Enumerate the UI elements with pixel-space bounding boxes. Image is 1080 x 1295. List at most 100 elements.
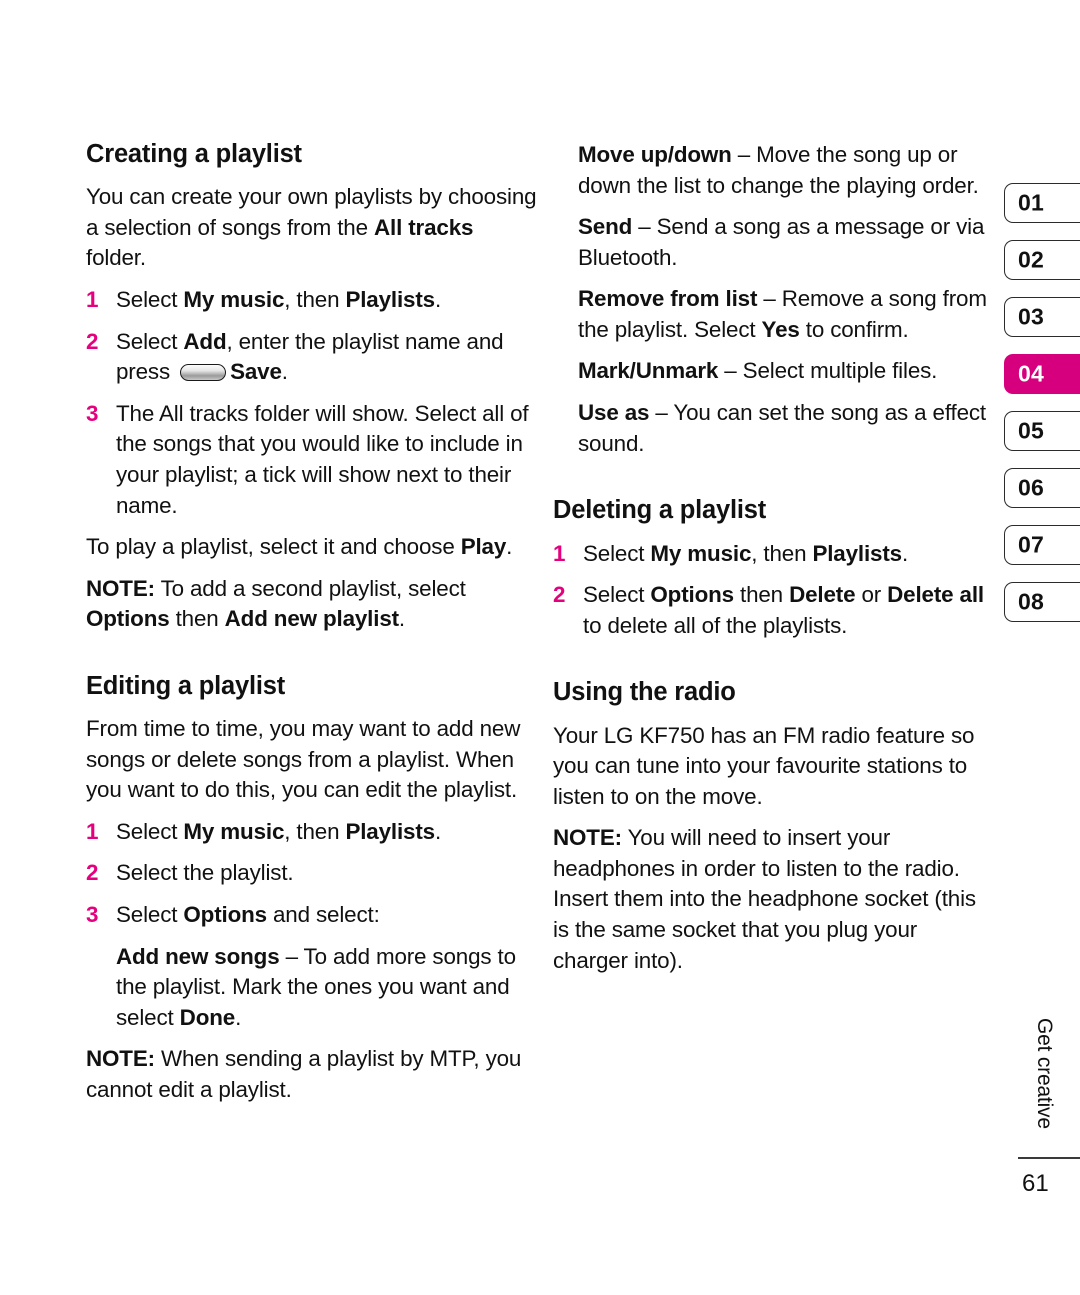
step-bold-delete-all: Delete all <box>887 582 984 608</box>
radio-intro-paragraph: Your LG KF750 has an FM radio feature so… <box>553 722 975 809</box>
step-number: 2 <box>553 582 566 608</box>
chapter-tab-label: 05 <box>1018 417 1044 444</box>
step-text-a: Select <box>583 582 651 608</box>
chapter-tab-label: 06 <box>1018 474 1044 501</box>
right-column: Move up/down – Move the song up or down … <box>553 140 993 976</box>
chapter-tab-label: 02 <box>1018 246 1044 273</box>
step-number: 1 <box>86 287 99 313</box>
step-bold-add: Add <box>183 328 227 354</box>
chapter-tab-01[interactable]: 01 <box>1004 183 1080 223</box>
note-text-a: To add a second playlist, select <box>154 575 466 601</box>
option-desc: Select multiple files. <box>742 358 938 384</box>
option-bold-done: Done <box>179 1004 236 1030</box>
step-bold-delete: Delete <box>789 582 856 608</box>
creating-note-paragraph: NOTE: To add a second playlist, select O… <box>86 574 538 635</box>
creating-intro-text-c: folder. <box>86 245 146 271</box>
step-number: 1 <box>86 818 99 844</box>
step-text-e: or <box>855 582 888 608</box>
step-bold-playlists: Playlists <box>345 818 435 844</box>
step-text-e: . <box>434 287 442 313</box>
option-term-send: Send <box>578 214 633 240</box>
note-bold-add-new-playlist: Add new playlist <box>224 606 399 632</box>
option-remove-from-list: Remove from list – Remove a song from th… <box>553 284 993 345</box>
chapter-tab-strip: 01 02 03 04 05 06 07 08 <box>1004 183 1080 639</box>
chapter-tab-05[interactable]: 05 <box>1004 411 1080 451</box>
deleting-step-1: 1 Select My music, then Playlists. <box>553 539 993 570</box>
chapter-tab-label: 08 <box>1018 588 1044 615</box>
option-send: Send – Send a song as a message or via B… <box>553 212 993 273</box>
note-label: NOTE: <box>553 825 622 851</box>
step-text-c: then <box>733 582 790 608</box>
running-head-text: Get creative <box>1033 1018 1056 1129</box>
step-text-c: , then <box>751 540 813 566</box>
chapter-tab-label: 01 <box>1018 189 1044 216</box>
step-bold-save: Save <box>230 359 282 385</box>
chapter-tab-07[interactable]: 07 <box>1004 525 1080 565</box>
step-text-e: . <box>434 818 442 844</box>
option-move-up-down: Move up/down – Move the song up or down … <box>553 140 993 201</box>
step-text-a: Select <box>116 328 184 354</box>
creating-step-3: 3 The All tracks folder will show. Select… <box>86 399 538 521</box>
option-dash: – <box>632 214 657 240</box>
step-number: 1 <box>553 540 566 566</box>
chapter-tab-label: 03 <box>1018 303 1044 330</box>
note-text-e: . <box>398 606 405 632</box>
softkey-icon <box>180 364 227 382</box>
option-use-as: Use as – You can set the song as a effec… <box>553 398 993 459</box>
option-mark-unmark: Mark/Unmark – Select multiple files. <box>553 356 993 387</box>
option-desc-c: to confirm. <box>799 316 909 342</box>
option-dash: – <box>731 142 757 167</box>
step-bold-my-music: My music <box>183 818 285 844</box>
step-number: 2 <box>86 860 99 886</box>
step-number: 3 <box>86 902 99 928</box>
step-text-a: Select the playlist. <box>116 860 294 886</box>
option-dash: – <box>757 286 782 312</box>
page-number: 61 <box>1022 1170 1049 1197</box>
step-bold-my-music: My music <box>650 540 752 566</box>
creating-intro-paragraph: You can create your own playlists by cho… <box>86 182 538 274</box>
radio-note-paragraph: NOTE: You will need to insert your headp… <box>553 823 993 976</box>
manual-page: Creating a playlist You can create your … <box>0 0 1080 1295</box>
chapter-tab-08[interactable]: 08 <box>1004 582 1080 622</box>
option-term-remove-from-list: Remove from list <box>578 286 758 312</box>
step-text-c: , then <box>284 287 346 313</box>
creating-play-paragraph: To play a playlist, select it and choose… <box>86 532 538 563</box>
left-column: Creating a playlist You can create your … <box>86 140 538 1106</box>
heading-deleting-a-playlist: Deleting a playlist <box>553 496 767 525</box>
deleting-step-2: 2 Select Options then Delete or Delete al… <box>553 580 993 641</box>
heading-using-the-radio: Using the radio <box>553 678 736 707</box>
editing-note-paragraph: NOTE: When sending a playlist by MTP, yo… <box>86 1044 538 1105</box>
step-text-a: The All tracks folder will show. Select … <box>116 400 529 518</box>
play-text-c: . <box>506 534 513 560</box>
option-term-use-as: Use as <box>578 400 650 426</box>
option-term-add-new-songs: Add new songs <box>116 943 280 969</box>
heading-editing-a-playlist: Editing a playlist <box>86 671 286 700</box>
chapter-tab-04[interactable]: 04 <box>1004 354 1080 394</box>
step-bold-options: Options <box>183 902 267 928</box>
step-bold-my-music: My music <box>183 287 285 313</box>
step-number: 3 <box>86 400 99 426</box>
option-desc-c: . <box>235 1004 242 1030</box>
step-text-e: . <box>901 540 909 566</box>
step-text-a: Select <box>116 818 184 844</box>
creating-step-2: 2 Select Add, enter the playlist name and… <box>86 327 538 388</box>
step-text-g: to delete all of the playlists. <box>583 612 848 638</box>
editing-step-3: 3 Select Options and select: <box>86 900 538 931</box>
chapter-tab-02[interactable]: 02 <box>1004 240 1080 280</box>
step-text-e: . <box>281 359 288 385</box>
chapter-tab-03[interactable]: 03 <box>1004 297 1080 337</box>
chapter-tab-06[interactable]: 06 <box>1004 468 1080 508</box>
running-head: Get creative <box>1030 1018 1060 1148</box>
play-text-a: To play a playlist, select it and choose <box>86 534 461 560</box>
editing-intro-paragraph: From time to time, you may want to add n… <box>86 716 521 803</box>
folio-divider <box>1018 1157 1080 1159</box>
heading-creating-a-playlist: Creating a playlist <box>86 140 302 168</box>
step-text-c: , then <box>284 818 346 844</box>
step-text-a: Select <box>583 540 651 566</box>
step-text-a: Select <box>116 902 184 928</box>
step-bold-playlists: Playlists <box>812 540 902 566</box>
editing-step-2: 2 Select the playlist. <box>86 858 538 889</box>
play-bold-play: Play <box>460 534 507 560</box>
